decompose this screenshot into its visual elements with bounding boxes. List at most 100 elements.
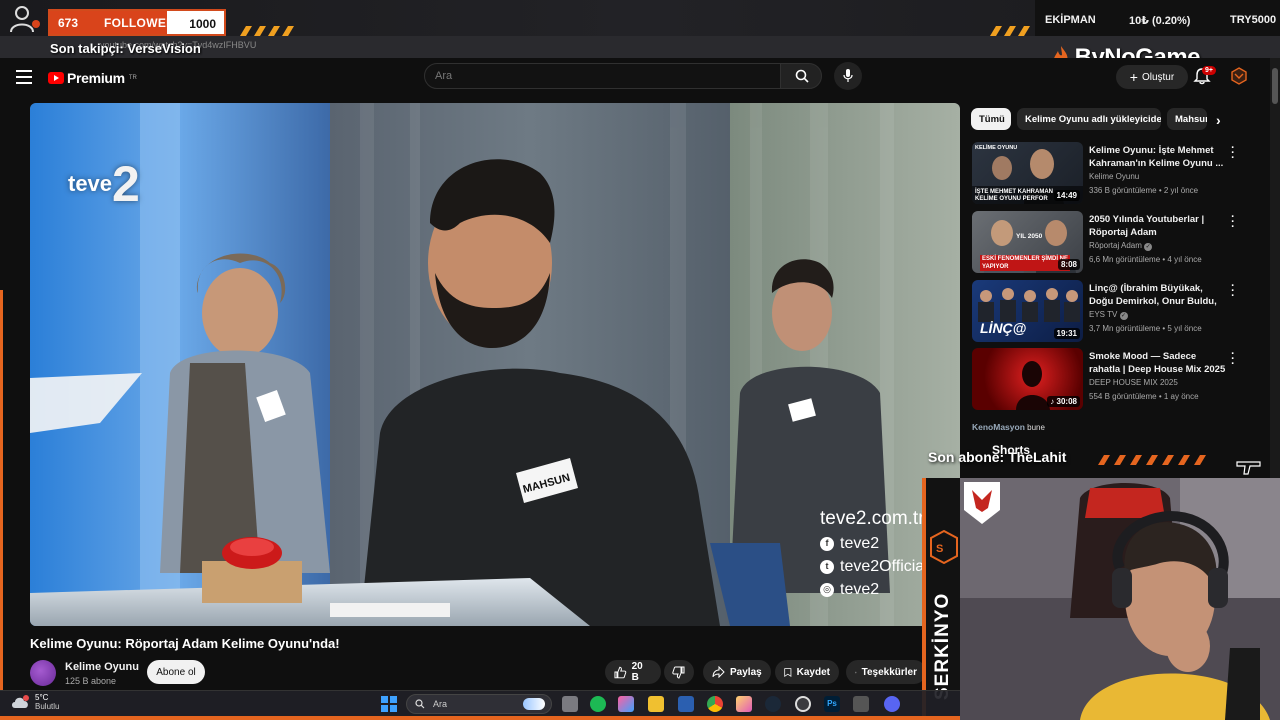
decor-stripes xyxy=(990,26,1030,36)
search-icon xyxy=(795,69,809,83)
verified-icon: ✓ xyxy=(1144,243,1153,251)
windows-start-icon[interactable] xyxy=(381,696,397,712)
recommendation-item[interactable]: KELİME OYUNU İŞTE MEHMET KAHRAMAN KELİME… xyxy=(972,142,1242,206)
search-button[interactable] xyxy=(780,63,822,89)
youtube-logo[interactable]: Premium TR xyxy=(48,70,137,86)
recommendation-item[interactable]: YIL 2050 ESKİ FENOMENLER ŞİMDİ NE YAPIYO… xyxy=(972,211,1242,275)
like-button[interactable]: 20 B xyxy=(605,660,661,684)
notification-badge: 9+ xyxy=(1202,66,1216,75)
shorts-user: KenoMasyon xyxy=(972,422,1025,432)
youtube-header: Premium TR + Oluştur 9+ xyxy=(0,58,1270,96)
spotify-icon[interactable] xyxy=(590,696,606,712)
discord-icon[interactable] xyxy=(884,696,900,712)
followers-goal-bar: 673 FOLLOWERS 1000 xyxy=(48,9,226,36)
more-options-icon[interactable]: · · · xyxy=(1229,349,1237,370)
thumbs-up-icon xyxy=(614,666,627,678)
youtube-play-icon xyxy=(48,72,64,84)
create-button[interactable]: + Oluştur xyxy=(1116,65,1188,89)
file-explorer-icon[interactable] xyxy=(648,696,664,712)
recommendation-meta: 336 B görüntüleme • 2 yıl önce xyxy=(1089,186,1199,195)
watermark-text: teve xyxy=(68,171,113,196)
obs-icon[interactable] xyxy=(795,696,811,712)
logo-text: Premium xyxy=(67,70,125,86)
overlay-edge xyxy=(0,290,3,690)
search-input[interactable] xyxy=(424,63,781,89)
chip-all[interactable]: Tümü xyxy=(971,108,1011,130)
logo-region: TR xyxy=(128,75,137,81)
recommendation-title: Linç@ (İbrahim Büyükak, Doğu Demirkol, O… xyxy=(1089,283,1217,307)
instagram-handle: teve2 xyxy=(840,581,880,598)
thumbnail-caption: ESKİ FENOMENLER ŞİMDİ NE YAPIYOR xyxy=(980,255,1070,271)
website-text: teve2.com.tr xyxy=(820,508,925,529)
video-duration: 8:08 xyxy=(1057,259,1080,270)
more-options-icon[interactable]: · · · xyxy=(1229,281,1237,302)
weather-description: Bulutlu xyxy=(35,702,60,711)
share-button[interactable]: Paylaş xyxy=(703,660,771,684)
task-view-icon[interactable] xyxy=(562,696,578,712)
thumbnail-caption: İŞTE MEHMET KAHRAMAN KELİME OYUNU PERFOR xyxy=(975,189,1053,202)
webcam-feed xyxy=(960,478,1280,720)
recommendation-meta: 6,6 Mn görüntüleme • 4 yıl önce xyxy=(1089,255,1202,264)
chip-mahsun[interactable]: Mahsun xyxy=(1167,108,1207,130)
thumbnail-top-text: YIL 2050 xyxy=(1016,233,1043,240)
goal-label: EKİPMAN xyxy=(1045,14,1096,26)
like-count: 20 B xyxy=(631,661,643,683)
team-logo-icon xyxy=(964,482,1000,524)
channel-avatar[interactable] xyxy=(30,660,56,686)
taskbar-search[interactable]: Ara xyxy=(406,694,552,714)
dislike-button[interactable] xyxy=(664,660,694,684)
thumbnail-caption: LİNÇ@ xyxy=(980,320,1027,336)
subscriber-count: 125 B abone xyxy=(65,676,117,686)
thumbnail-top-text: KELİME OYUNU xyxy=(975,145,1018,151)
recommendation-title: Kelime Oyunu: İşte Mehmet Kahraman'ın Ke… xyxy=(1089,145,1224,169)
save-button[interactable]: Kaydet xyxy=(775,660,839,684)
thanks-button[interactable]: $ Teşekkürler xyxy=(846,660,926,684)
shorts-activity: KenoMasyon bune xyxy=(972,422,1045,432)
decor-stripes xyxy=(240,26,294,36)
account-avatar[interactable] xyxy=(1230,67,1248,85)
video-duration: ♪ 30:08 xyxy=(1047,396,1080,407)
video-thumbnail: YIL 2050 ESKİ FENOMENLER ŞİMDİ NE YAPIYO… xyxy=(972,211,1083,273)
social-handles: teve2.com.tr f teve2 t teve2Official ◎ teve… xyxy=(820,507,928,601)
temperature: 5°C xyxy=(35,693,49,702)
microphone-icon xyxy=(843,69,853,82)
super-thanks-icon: $ xyxy=(855,671,857,673)
facebook-handle: teve2 xyxy=(840,535,880,552)
menu-icon[interactable] xyxy=(16,70,32,84)
more-options-icon[interactable]: · · · xyxy=(1229,143,1237,164)
recommendation-item[interactable]: ♪ 30:08 Smoke Mood — Sadece rahatla | De… xyxy=(972,348,1242,412)
video-duration: 19:31 xyxy=(1053,328,1080,339)
recommendation-meta: 3,7 Mn görüntüleme • 5 yıl önce xyxy=(1089,324,1202,333)
twitter-icon: t xyxy=(820,559,834,574)
photos-icon[interactable] xyxy=(736,696,752,712)
recommendation-item[interactable]: LİNÇ@ 19:31 Linç@ (İbrahim Büyükak, Doğu… xyxy=(972,280,1242,344)
twitter-handle: teve2Official xyxy=(840,558,928,575)
recommendation-title: 2050 Yılında Youtuberlar | Röportaj Adam xyxy=(1089,214,1205,238)
facebook-icon: f xyxy=(820,536,834,551)
recommendation-meta: 554 B görüntüleme • 1 ay önce xyxy=(1089,392,1199,401)
bookmark-icon xyxy=(784,667,792,677)
chip-from-uploader[interactable]: Kelime Oyunu adlı yükleyiciden xyxy=(1017,108,1161,130)
chrome-icon[interactable] xyxy=(707,696,723,712)
copilot-icon[interactable] xyxy=(618,696,634,712)
more-options-icon[interactable]: · · · xyxy=(1229,212,1237,233)
channel-name[interactable]: Kelime Oyunu xyxy=(65,661,139,673)
thumbs-down-icon xyxy=(672,666,685,679)
recommendation-channel: Röportaj Adam ✓ xyxy=(1089,241,1153,251)
outlook-icon[interactable] xyxy=(678,696,694,712)
page-scrollbar[interactable] xyxy=(1270,58,1280,478)
donation-goal-bar: EKİPMAN 10₺ (0.20%) TRY5000 xyxy=(1035,0,1280,40)
followers-label: FOLLOWERS xyxy=(104,15,184,30)
chevron-right-icon[interactable]: › xyxy=(1216,112,1228,128)
steam-icon[interactable] xyxy=(765,696,781,712)
weather-widget[interactable]: 5°C Bulutlu xyxy=(10,693,59,711)
subscribe-button[interactable]: Abone ol xyxy=(147,660,205,684)
app-icon[interactable] xyxy=(853,696,869,712)
stream-overlay-bar: 673 FOLLOWERS 1000 EKİPMAN 10₺ (0.20%) T… xyxy=(0,0,1280,40)
thanks-label: Teşekkürler xyxy=(861,666,917,678)
voice-search-button[interactable] xyxy=(834,62,862,90)
video-player[interactable]: MAHSUN teve2 teve2.com.tr f teve2 t teve2O… xyxy=(30,103,960,626)
video-duration: 14:49 xyxy=(1053,190,1080,201)
streamer-name: SERKİNYO xyxy=(932,592,953,700)
photoshop-icon[interactable]: Ps xyxy=(824,696,840,712)
